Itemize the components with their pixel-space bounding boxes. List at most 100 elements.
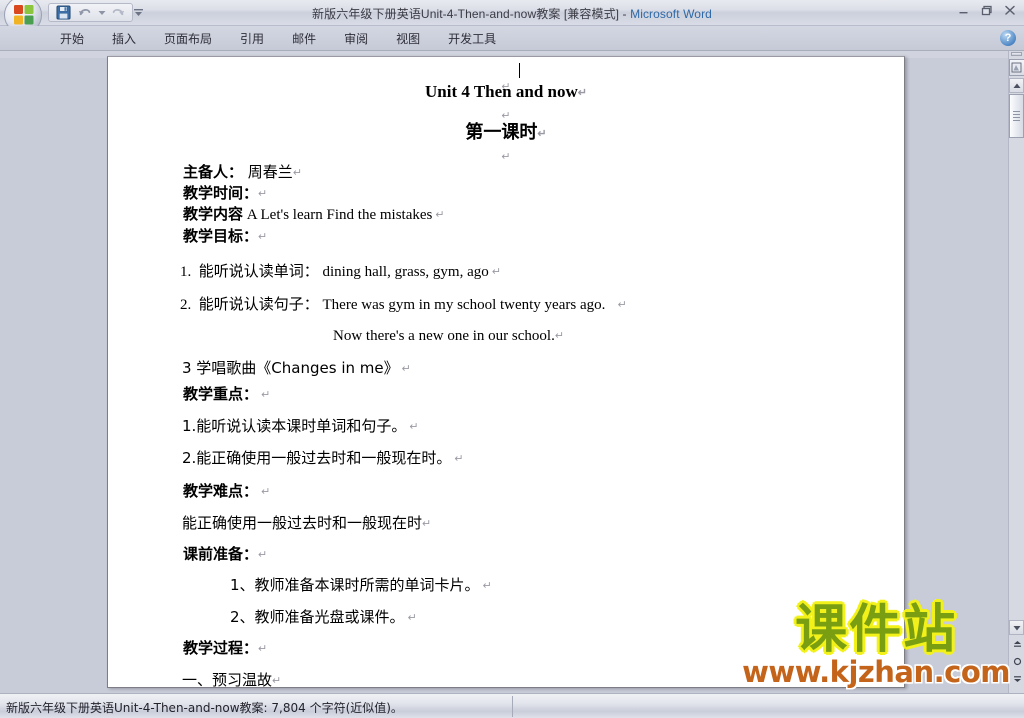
status-text: 新版六年级下册英语Unit-4-Then-and-now教案: 7,804 个字…: [6, 701, 403, 715]
pilcrow-icon: ↵: [407, 612, 417, 624]
doc-line-difficulty-1: 能正确使用一般过去时和一般现在时↵: [182, 516, 431, 532]
circle-icon: [1013, 657, 1021, 666]
status-bar-divider: [512, 696, 513, 717]
pilcrow-icon: ↵: [292, 167, 303, 179]
doc-line-content: 教学内容 A Let's learn Find the mistakes ↵: [183, 207, 445, 223]
tab-review[interactable]: 审阅: [330, 27, 382, 51]
goal-2-english-continued: Now there's a new one in our school.: [333, 328, 555, 344]
scrollbar-grip-icon: [1013, 111, 1020, 121]
author-value: 周春兰: [247, 163, 293, 181]
double-up-icon: [1013, 641, 1021, 647]
author-label: 主备人：: [183, 163, 244, 181]
doc-line-process-1: 一、预习温故↵: [182, 673, 281, 688]
pilcrow-icon: ↵: [537, 128, 547, 140]
doc-line-prep-2: 2、教师准备光盘或课件。 ↵: [230, 610, 417, 626]
difficulty-label: 教学难点：: [183, 482, 259, 500]
scroll-up-button[interactable]: [1009, 78, 1024, 93]
doc-line-time: 教学时间：↵: [183, 186, 267, 202]
close-button[interactable]: [999, 2, 1020, 19]
pilcrow-icon: ↵: [435, 209, 445, 221]
help-button[interactable]: ?: [1000, 30, 1016, 46]
doc-line-prep-label: 课前准备：↵: [183, 547, 267, 563]
select-browse-object-icon[interactable]: [1009, 59, 1024, 76]
minimize-icon: [959, 12, 968, 14]
focus-label: 教学重点：: [183, 385, 259, 403]
pilcrow-icon: ↵: [422, 518, 432, 530]
pilcrow-icon: ↵: [454, 453, 464, 465]
goal-2-english: There was gym in my school twenty years …: [322, 297, 606, 313]
process-label: 教学过程：: [183, 639, 259, 657]
document-workspace: ↵ Unit 4 Then and now↵ ↵ 第一课时↵ ↵ 主备人： 周春…: [0, 51, 1024, 693]
pilcrow-icon: ↵: [258, 549, 268, 561]
doc-line-goal-3: 3 学唱歌曲《Changes in me》 ↵: [182, 361, 411, 377]
goal-label: 教学目标：: [183, 227, 259, 245]
doc-line-focus-label: 教学重点： ↵: [183, 387, 270, 403]
status-bar: 新版六年级下册英语Unit-4-Then-and-now教案: 7,804 个字…: [0, 693, 1024, 718]
select-browse-object-button[interactable]: [1009, 653, 1024, 670]
doc-line-difficulty-label: 教学难点： ↵: [183, 484, 270, 500]
content-label: 教学内容: [183, 205, 244, 223]
minimize-button[interactable]: [953, 2, 974, 19]
document-page[interactable]: ↵ Unit 4 Then and now↵ ↵ 第一课时↵ ↵ 主备人： 周春…: [107, 56, 905, 688]
tab-references[interactable]: 引用: [226, 27, 278, 51]
close-icon: [1004, 5, 1015, 15]
pilcrow-icon: ↵: [401, 363, 411, 375]
ribbon-tab-bar: 开始 插入 页面布局 引用 邮件 审阅 视图 开发工具 ?: [0, 26, 1024, 51]
scroll-down-button[interactable]: [1009, 620, 1024, 635]
goal-2-chinese: 能听说认读句子：: [198, 295, 319, 313]
goal-3-text: 3 学唱歌曲《Changes in me》: [182, 359, 399, 377]
previous-page-button[interactable]: [1009, 636, 1024, 653]
pilcrow-icon: ↵: [482, 580, 492, 592]
tab-view[interactable]: 视图: [382, 27, 434, 51]
text-caret: [519, 63, 520, 78]
scrollbar-thumb[interactable]: [1009, 94, 1024, 138]
tab-insert[interactable]: 插入: [98, 27, 150, 51]
time-label: 教学时间：: [183, 184, 259, 202]
chevron-down-icon: [1013, 625, 1020, 630]
content-value: A Let's learn Find the mistakes: [246, 207, 433, 223]
next-page-button[interactable]: [1009, 670, 1024, 687]
vertical-scrollbar[interactable]: [1008, 51, 1024, 693]
window-controls: [953, 2, 1020, 19]
window-title-document: 新版六年级下册英语Unit-4-Then-and-now教案 [兼容模式]: [312, 7, 620, 21]
browse-object-glyph: [1011, 62, 1022, 72]
goal-1-english: dining hall, grass, gym, ago: [322, 264, 489, 280]
tab-home[interactable]: 开始: [46, 27, 98, 51]
goal-1-chinese: 能听说认读单词：: [198, 262, 319, 280]
pilcrow-icon: ↵: [261, 486, 271, 498]
pilcrow-icon: ↵: [258, 231, 268, 243]
goal-2-number: 2.: [180, 297, 192, 313]
process-1-text: 一、预习温故: [182, 671, 273, 688]
focus-2-text: 2.能正确使用一般过去时和一般现在时。: [182, 449, 452, 467]
tab-page-layout[interactable]: 页面布局: [150, 27, 226, 51]
pilcrow-icon: ↵: [272, 675, 282, 687]
pilcrow-icon: ↵: [491, 266, 502, 278]
prep-1-text: 1、教师准备本课时所需的单词卡片。: [230, 576, 480, 594]
ribbon-tabs: 开始 插入 页面布局 引用 邮件 审阅 视图 开发工具: [46, 26, 510, 51]
restore-button[interactable]: [976, 2, 997, 19]
double-down-icon: [1013, 676, 1021, 682]
window-title: 新版六年级下册英语Unit-4-Then-and-now教案 [兼容模式] - …: [0, 5, 1024, 22]
split-window-handle[interactable]: [1011, 52, 1022, 56]
doc-line-goal-label: 教学目标：↵: [183, 229, 267, 245]
doc-subheading-text: 第一课时: [465, 122, 538, 143]
pilcrow-icon: ↵: [261, 389, 271, 401]
title-bar: 新版六年级下册英语Unit-4-Then-and-now教案 [兼容模式] - …: [0, 0, 1024, 34]
doc-subheading: 第一课时↵: [108, 124, 904, 142]
pilcrow-icon: ↵: [258, 188, 268, 200]
difficulty-1-text: 能正确使用一般过去时和一般现在时: [182, 514, 423, 532]
prep-2-text: 2、教师准备光盘或课件。: [230, 608, 405, 626]
doc-line-focus-1: 1.能听说认读本课时单词和句子。 ↵: [182, 419, 419, 435]
tab-mailings[interactable]: 邮件: [278, 27, 330, 51]
window-title-separator: -: [619, 7, 631, 21]
doc-line-goal-1: 1. 能听说认读单词： dining hall, grass, gym, ago…: [180, 264, 501, 280]
doc-line-goal-2: 2. 能听说认读句子： There was gym in my school t…: [180, 297, 627, 313]
pilcrow-icon: ↵: [258, 643, 268, 655]
pilcrow-icon: ↵: [577, 87, 587, 99]
doc-line-goal-2-cont: Now there's a new one in our school.↵: [333, 329, 564, 344]
tab-developer[interactable]: 开发工具: [434, 27, 510, 51]
pilcrow-icon: ↵: [501, 151, 511, 163]
doc-heading-text: Unit 4 Then and now: [425, 82, 578, 101]
pilcrow-icon: ↵: [409, 421, 419, 433]
doc-line-prep-1: 1、教师准备本课时所需的单词卡片。 ↵: [230, 578, 492, 594]
